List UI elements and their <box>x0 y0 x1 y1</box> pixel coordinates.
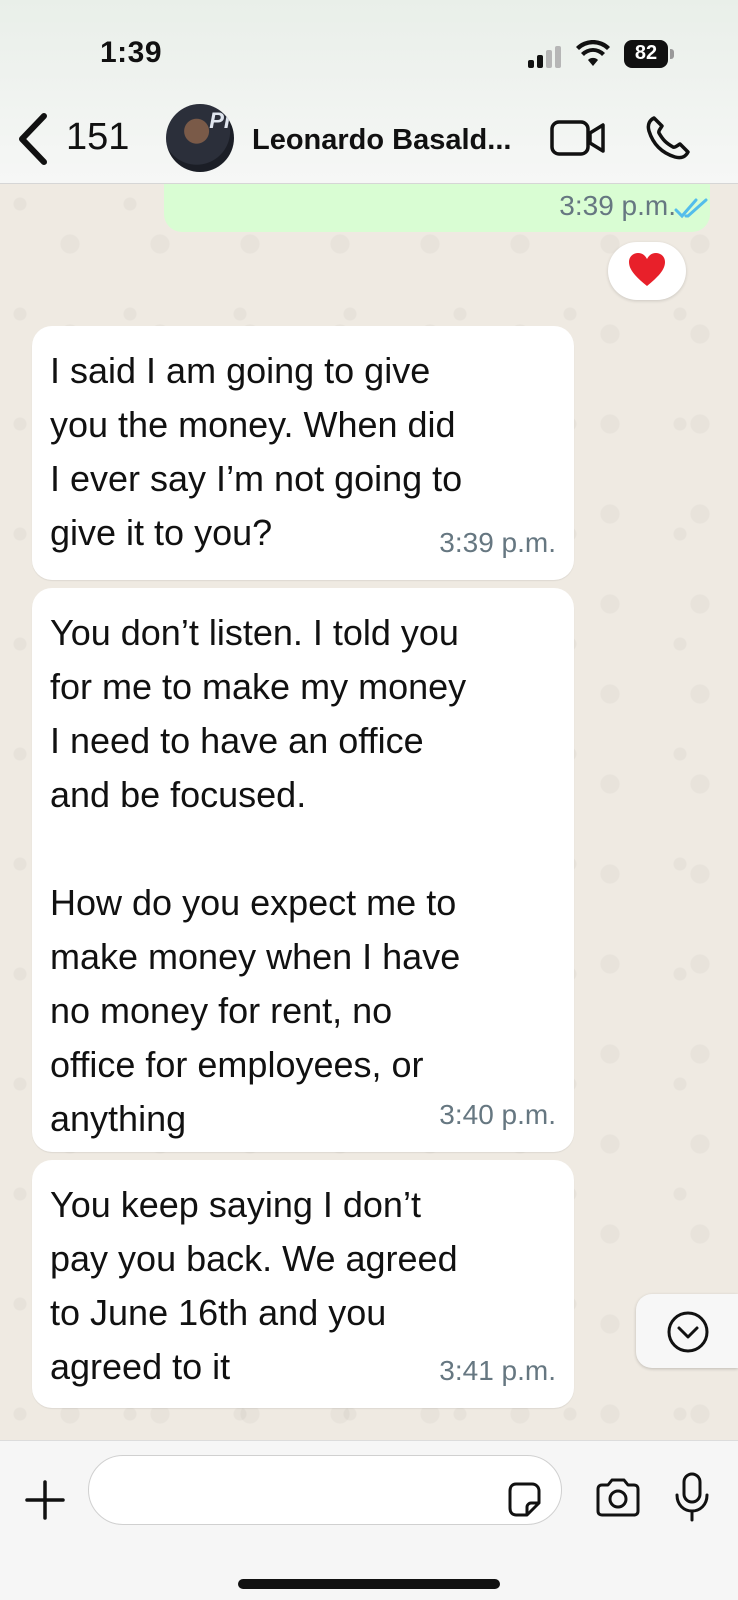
cellular-signal-icon <box>528 46 564 68</box>
message-time: 3:40 p.m. <box>439 1099 556 1130</box>
message-time: 3:39 p.m. <box>559 190 676 221</box>
chevron-down-icon <box>667 1311 709 1353</box>
avatar-logo: PI <box>209 108 230 133</box>
avatar[interactable]: PI <box>166 104 234 172</box>
outgoing-message[interactable]: 3:39 p.m. <box>164 184 710 232</box>
microphone-icon[interactable] <box>674 1471 710 1523</box>
message-reaction[interactable] <box>608 242 686 300</box>
back-chevron-icon[interactable] <box>16 112 50 166</box>
read-ticks-icon <box>674 198 708 219</box>
heart-icon <box>629 253 665 286</box>
battery-level: 82 <box>634 42 658 64</box>
message-time: 3:39 p.m. <box>439 527 556 558</box>
camera-icon[interactable] <box>594 1477 642 1519</box>
sticker-icon[interactable] <box>504 1479 544 1519</box>
phone-icon[interactable] <box>644 114 692 162</box>
plus-icon[interactable] <box>24 1479 66 1521</box>
scroll-to-bottom-button[interactable] <box>636 1294 738 1368</box>
video-call-icon[interactable] <box>550 118 606 158</box>
battery-icon: 82 <box>624 40 674 68</box>
message-text: You don’t listen. I told you for me to m… <box>50 612 467 1139</box>
chat-area[interactable]: 3:39 p.m. I said I am going to give you … <box>0 184 738 1440</box>
status-time: 1:39 <box>100 36 163 69</box>
wifi-icon <box>576 40 610 66</box>
incoming-message[interactable]: I said I am going to give you the money.… <box>32 326 574 580</box>
chat-header: 1:39 82 151 PI Leonardo Basald... <box>0 0 738 184</box>
composer-bar <box>0 1440 738 1600</box>
incoming-message[interactable]: You don’t listen. I told you for me to m… <box>32 588 574 1152</box>
home-indicator <box>238 1579 500 1589</box>
contact-name[interactable]: Leonardo Basald... <box>252 124 511 157</box>
message-time: 3:41 p.m. <box>439 1355 556 1386</box>
message-input[interactable] <box>88 1455 562 1525</box>
incoming-message[interactable]: You keep saying I don’t pay you back. We… <box>32 1160 574 1408</box>
unread-count[interactable]: 151 <box>66 116 129 159</box>
